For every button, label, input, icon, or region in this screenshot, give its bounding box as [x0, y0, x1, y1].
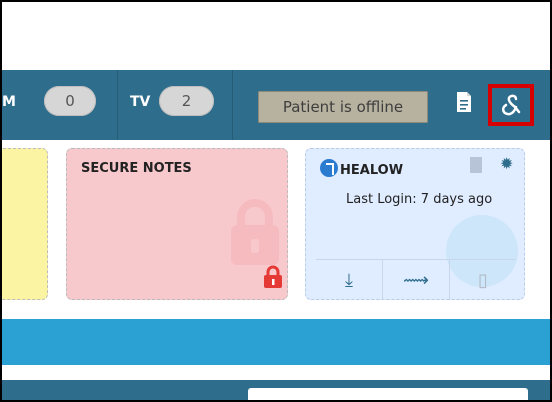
toolbar-divider [117, 70, 118, 140]
healow-logo-icon [320, 159, 338, 177]
m-count-badge[interactable]: 0 [44, 86, 96, 116]
bookmark-icon[interactable] [470, 157, 482, 173]
healow-link-icon[interactable] [488, 84, 534, 126]
last-login-text: Last Login: 7 days ago [346, 192, 493, 207]
lock-icon[interactable] [263, 265, 283, 289]
healow-actions: ⤓ ⟿ ▯ [316, 259, 516, 300]
patient-toolbar: M 0 TV 2 Patient is offline [2, 70, 550, 140]
card-yellow[interactable] [2, 148, 48, 300]
note-icon[interactable] [456, 91, 472, 113]
dashboard-cards: SECURE NOTES HEALOW ✹ Last Login: 7 days… [2, 140, 550, 310]
bottom-input[interactable] [248, 388, 528, 400]
download-icon[interactable]: ⤓ [316, 260, 383, 300]
gear-icon[interactable]: ✹ [500, 156, 516, 172]
card-secure-notes[interactable]: SECURE NOTES [66, 148, 288, 300]
m-label: M [2, 94, 16, 110]
window-frame: M 0 TV 2 Patient is offline SECURE NOTES [0, 0, 552, 402]
trend-icon[interactable]: ⟿ [383, 260, 450, 300]
tv-count-badge[interactable]: 2 [159, 86, 214, 116]
lock-icon [231, 199, 279, 265]
card-title: SECURE NOTES [81, 161, 192, 176]
section-band [2, 319, 550, 365]
bottom-toolbar [2, 380, 550, 400]
card-title: HEALOW [340, 163, 404, 178]
ampersand-icon [501, 94, 521, 116]
document-icon[interactable]: ▯ [450, 260, 516, 300]
tv-label: TV [130, 94, 151, 110]
card-healow[interactable]: HEALOW ✹ Last Login: 7 days ago ⤓ ⟿ ▯ [305, 148, 525, 300]
toolbar-divider [232, 70, 233, 140]
patient-offline-status[interactable]: Patient is offline [258, 91, 428, 123]
